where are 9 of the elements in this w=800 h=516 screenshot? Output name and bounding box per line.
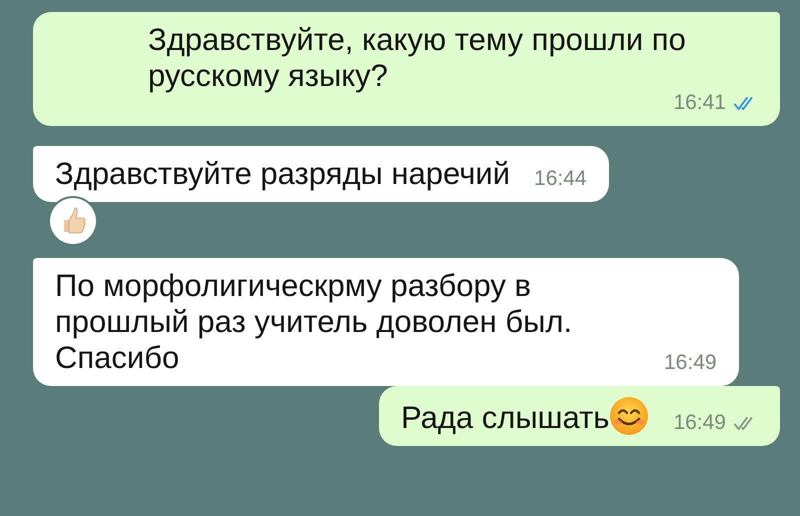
- message-text: Здравствуйте разряды наречий: [55, 156, 510, 191]
- message-text: По морфолигическрму разбору в прошлый раз учитель доволен был. Спасибо: [55, 268, 572, 375]
- reaction-badge[interactable]: [50, 198, 96, 244]
- message-text: Здравствуйте, какую тему прошли по русскому языку?: [148, 22, 686, 93]
- message-time: 16:41: [673, 90, 726, 116]
- message-time: 16:49: [673, 410, 726, 436]
- message-text: Рада слышать: [400, 400, 610, 435]
- message-time: 16:49: [664, 350, 717, 376]
- message-time: 16:44: [534, 166, 587, 192]
